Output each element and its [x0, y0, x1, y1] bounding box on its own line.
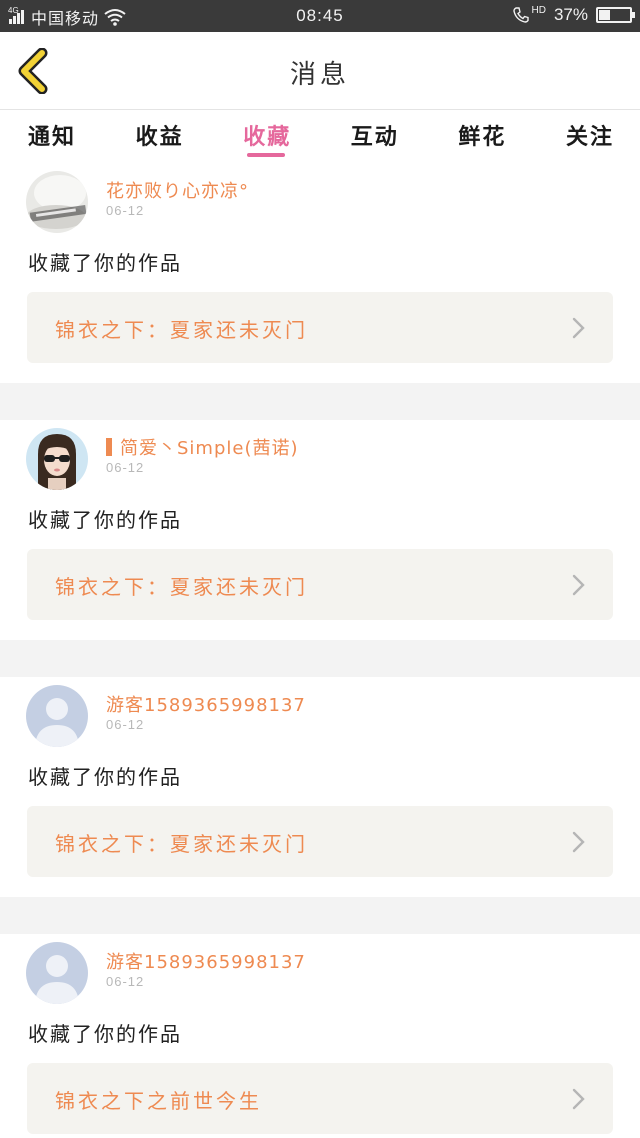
- avatar[interactable]: [26, 685, 88, 747]
- tab-favorites[interactable]: 收藏: [243, 111, 291, 163]
- work-link[interactable]: 锦衣之下之前世今生: [27, 1063, 613, 1134]
- divider: [0, 640, 640, 677]
- default-user-icon: [26, 942, 88, 1004]
- list-item: 游客1589365998137 06-12 收藏了你的作品 锦衣之下之前世今生: [0, 934, 640, 1138]
- list-item: 花亦败り心亦凉° 06-12 收藏了你的作品 锦衣之下：夏家还未灭门: [0, 163, 640, 383]
- list-item: 简爱丶Simple(茜诺) 06-12 收藏了你的作品 锦衣之下：夏家还未灭门: [0, 420, 640, 640]
- message-date: 06-12: [106, 717, 145, 732]
- tab-follows[interactable]: 关注: [566, 111, 614, 163]
- avatar[interactable]: [26, 942, 88, 1004]
- chevron-right-icon: [572, 574, 585, 596]
- divider: [0, 383, 640, 420]
- chevron-right-icon: [572, 1088, 585, 1110]
- default-user-icon: [26, 685, 88, 747]
- divider: [0, 897, 640, 934]
- tab-earnings[interactable]: 收益: [136, 111, 184, 163]
- work-title: 锦衣之下：夏家还未灭门: [55, 318, 308, 342]
- work-link[interactable]: 锦衣之下：夏家还未灭门: [27, 806, 613, 877]
- message-text: 收藏了你的作品: [28, 1022, 182, 1046]
- battery-level: [599, 10, 610, 20]
- username[interactable]: 花亦败り心亦凉°: [106, 177, 249, 203]
- message-list: 花亦败り心亦凉° 06-12 收藏了你的作品 锦衣之下：夏家还未灭门 简爱丶Si…: [0, 163, 640, 1138]
- list-item: 游客1589365998137 06-12 收藏了你的作品 锦衣之下：夏家还未灭…: [0, 677, 640, 897]
- avatar[interactable]: [26, 428, 88, 490]
- call-icon: [512, 7, 529, 23]
- hd-badge: HD: [531, 4, 546, 16]
- tab-flowers[interactable]: 鲜花: [458, 111, 506, 163]
- username[interactable]: 游客1589365998137: [106, 948, 306, 974]
- work-title: 锦衣之下：夏家还未灭门: [55, 575, 308, 599]
- work-link[interactable]: 锦衣之下：夏家还未灭门: [27, 292, 613, 363]
- username[interactable]: 简爱丶Simple(茜诺): [106, 434, 299, 460]
- username[interactable]: 游客1589365998137: [106, 691, 306, 717]
- tab-interactions[interactable]: 互动: [351, 111, 399, 163]
- chevron-right-icon: [572, 317, 585, 339]
- message-date: 06-12: [106, 460, 145, 475]
- header: 消息: [0, 32, 640, 110]
- work-title: 锦衣之下之前世今生: [55, 1089, 262, 1113]
- message-text: 收藏了你的作品: [28, 508, 182, 532]
- message-text: 收藏了你的作品: [28, 251, 182, 275]
- work-title: 锦衣之下：夏家还未灭门: [55, 832, 308, 856]
- chevron-right-icon: [572, 831, 585, 853]
- cup-photo-avatar: [26, 171, 88, 233]
- tab-notifications[interactable]: 通知: [28, 111, 76, 163]
- battery-icon: [596, 7, 635, 23]
- status-bar: 4G 中国移动 08:45 HD 37%: [0, 0, 640, 32]
- message-date: 06-12: [106, 203, 145, 218]
- avatar[interactable]: [26, 171, 88, 233]
- tab-bar: 通知 收益 收藏 互动 鲜花 关注: [0, 111, 640, 163]
- username-text: 简爱丶Simple(茜诺): [120, 438, 299, 459]
- battery-percent: 37%: [553, 5, 588, 24]
- user-badge-icon: [106, 438, 112, 456]
- message-text: 收藏了你的作品: [28, 765, 182, 789]
- work-link[interactable]: 锦衣之下：夏家还未灭门: [27, 549, 613, 620]
- page-title: 消息: [289, 60, 350, 90]
- girl-avatar: [26, 428, 88, 490]
- message-date: 06-12: [106, 974, 145, 989]
